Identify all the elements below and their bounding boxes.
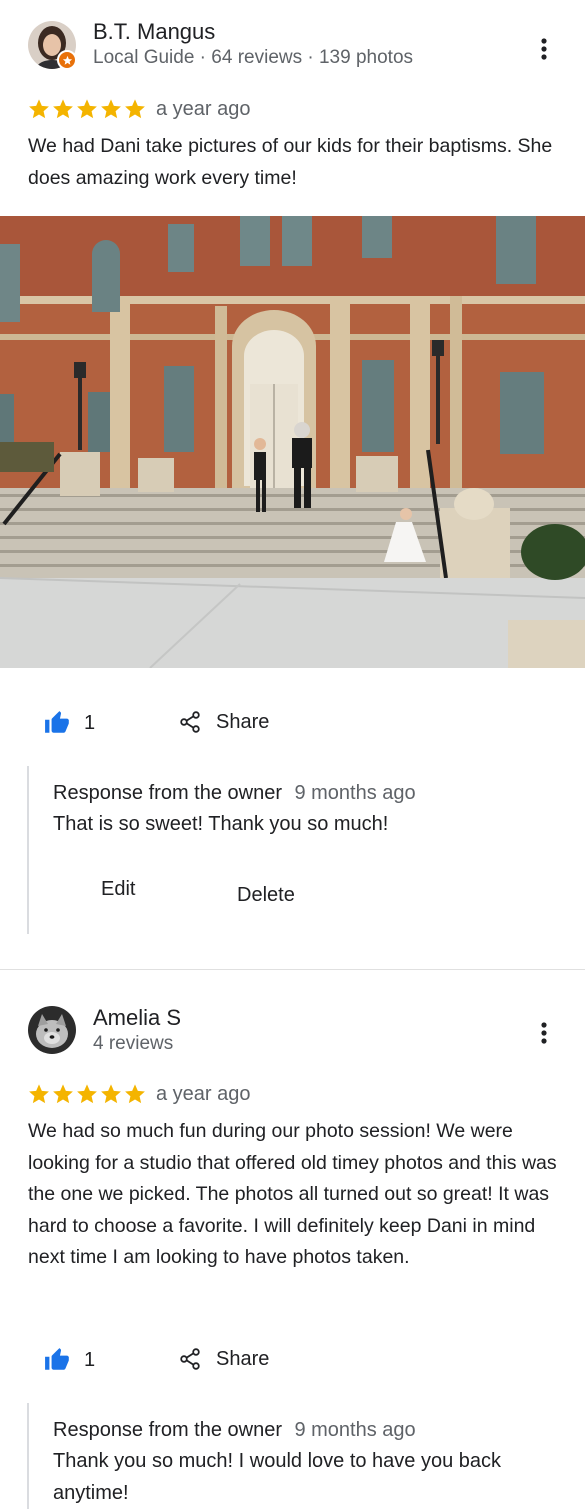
review-card-2: Amelia S 4 reviews a year ago We had so … [0,970,585,1509]
church-building-photo-icon [0,216,585,668]
more-options-button[interactable] [530,1019,558,1047]
review-time: a year ago [156,1083,251,1105]
owner-response-title: Response from the owner [53,782,283,804]
like-count: 1 [84,1348,96,1371]
owner-response-text: That is so sweet! Thank you so much! [53,813,389,835]
share-icon [180,711,200,733]
star-icon [125,1084,145,1104]
owner-response-header: Response from the owner 9 months ago [53,1419,416,1442]
star-icon [29,99,49,119]
review-time: a year ago [156,98,251,120]
share-label: Share [216,1347,270,1370]
author-name[interactable]: B.T. Mangus [93,19,215,45]
share-button[interactable]: Share [178,1347,269,1371]
share-label: Share [216,710,270,733]
star-icon [77,99,97,119]
like-button[interactable]: 1 [44,1347,95,1373]
local-guide-star-badge-icon [57,50,77,70]
thumb-up-icon [45,711,69,733]
share-icon [180,1348,200,1370]
review-actions: 1 Share [0,1341,585,1381]
more-vert-icon [541,38,547,60]
more-vert-icon [541,1022,547,1044]
review-text: We had so much fun during our photo sess… [28,1120,557,1268]
like-count: 1 [84,711,96,734]
star-rating [28,1083,146,1105]
avatar[interactable] [28,1006,76,1054]
owner-response-title: Response from the owner [53,1419,283,1441]
star-icon [29,1084,49,1104]
review-actions: 1 Share [0,704,585,744]
more-options-button[interactable] [530,35,558,63]
edit-button[interactable]: Edit [101,878,135,901]
star-icon [77,1084,97,1104]
owner-response: Response from the owner 9 months ago Tha… [27,766,567,934]
star-icon [101,99,121,119]
review-photo[interactable] [0,216,585,668]
share-button[interactable]: Share [178,710,269,734]
thumb-up-icon [45,1348,69,1370]
like-button[interactable]: 1 [44,710,95,736]
owner-response-time: 9 months ago [294,1419,416,1441]
review-text: We had Dani take pictures of our kids fo… [28,135,553,189]
author-meta: Local Guide · 64 reviews · 139 photos [93,47,414,68]
author-name[interactable]: Amelia S [93,1005,181,1031]
star-icon [53,99,73,119]
dog-avatar-photo-icon [28,1006,76,1054]
star-rating [28,98,146,120]
owner-response-time: 9 months ago [294,782,416,804]
star-icon [53,1084,73,1104]
delete-button[interactable]: Delete [237,884,295,907]
owner-response-header: Response from the owner 9 months ago [53,782,416,805]
star-icon [101,1084,121,1104]
star-icon [125,99,145,119]
author-meta: 4 reviews [93,1033,174,1054]
review-card-1: B.T. Mangus Local Guide · 64 reviews · 1… [0,0,585,969]
owner-response: Response from the owner 9 months ago Tha… [27,1403,567,1509]
owner-response-text: Thank you so much! I would love to have … [53,1450,502,1504]
